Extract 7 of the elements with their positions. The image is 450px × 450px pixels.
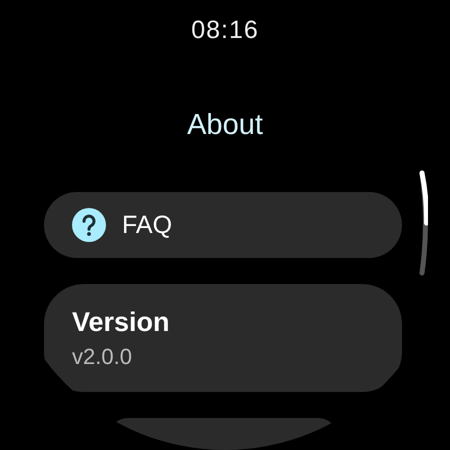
screen-title: About (187, 109, 263, 142)
card-title: Version (72, 306, 170, 338)
faq-chip[interactable]: FAQ (44, 192, 402, 258)
time: 08:16 (191, 16, 259, 45)
version-card[interactable]: Version v2.0.0 (44, 284, 402, 392)
help-icon (72, 208, 106, 242)
card-value: v2.0.0 (72, 344, 132, 370)
